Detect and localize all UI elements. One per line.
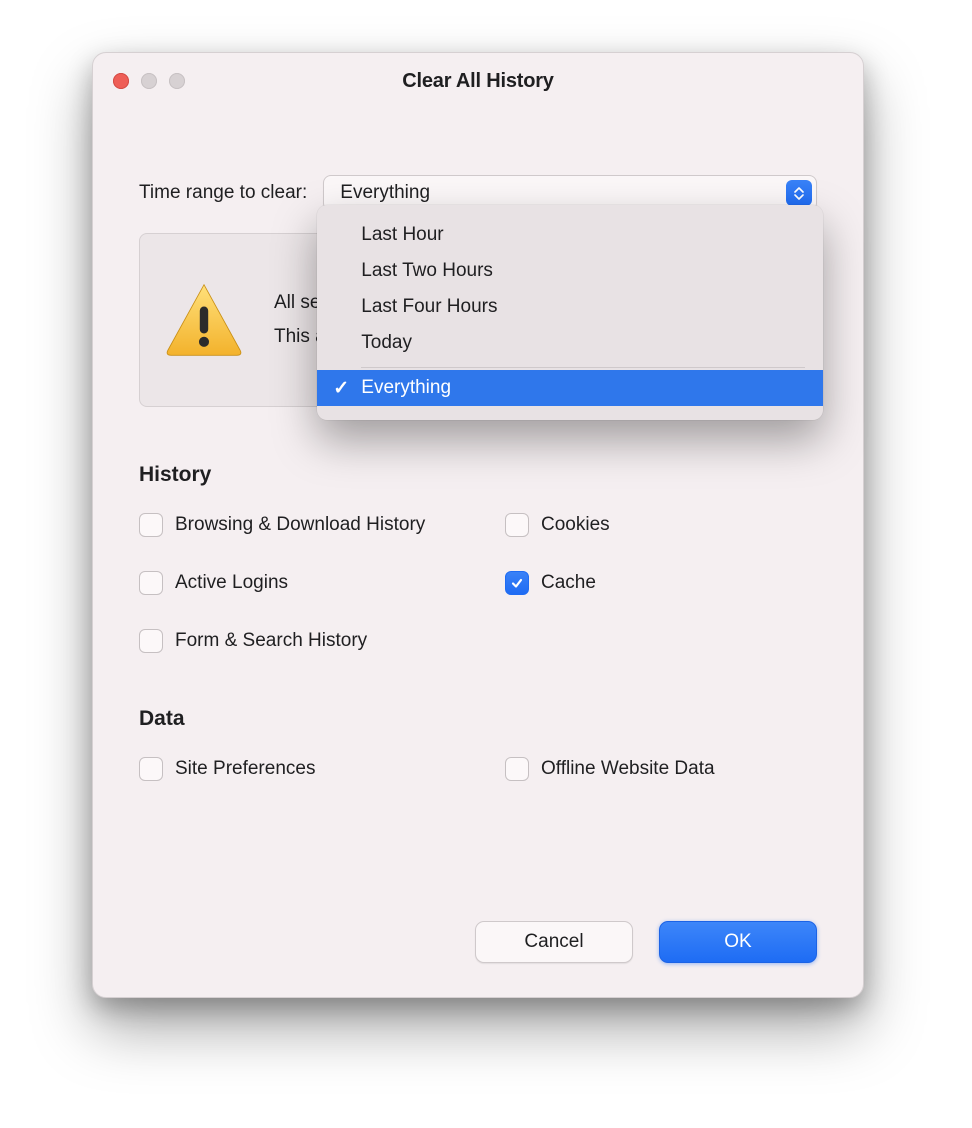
checkbox-offline-website-data[interactable]: Offline Website Data bbox=[505, 757, 817, 781]
checkbox-icon bbox=[139, 571, 163, 595]
history-section-title: History bbox=[139, 463, 817, 487]
checkbox-icon bbox=[139, 513, 163, 537]
close-window-button[interactable] bbox=[113, 73, 129, 89]
dialog-window: Clear All History Time range to clear: E… bbox=[92, 52, 864, 998]
minimize-window-button bbox=[141, 73, 157, 89]
checkbox-cache[interactable]: Cache bbox=[505, 571, 817, 595]
checkbox-cookies[interactable]: Cookies bbox=[505, 513, 817, 537]
dialog-footer: Cancel OK bbox=[475, 921, 817, 963]
checkbox-browsing-download-history[interactable]: Browsing & Download History bbox=[139, 513, 499, 537]
warning-icon bbox=[162, 278, 246, 362]
ok-button[interactable]: OK bbox=[659, 921, 817, 963]
checkbox-icon bbox=[505, 757, 529, 781]
dialog-title: Clear All History bbox=[402, 70, 553, 93]
history-checkboxes: Browsing & Download History Cookies Acti… bbox=[139, 513, 817, 653]
dropdown-divider bbox=[361, 367, 805, 368]
time-range-label: Time range to clear: bbox=[139, 182, 307, 204]
data-checkboxes: Site Preferences Offline Website Data bbox=[139, 757, 817, 781]
checkbox-form-search-history[interactable]: Form & Search History bbox=[139, 629, 499, 653]
checkbox-label: Offline Website Data bbox=[541, 758, 715, 780]
option-everything[interactable]: Everything bbox=[317, 370, 823, 406]
time-range-selected-value: Everything bbox=[340, 182, 430, 204]
cancel-button[interactable]: Cancel bbox=[475, 921, 633, 963]
checkbox-icon bbox=[139, 757, 163, 781]
dialog-content: Time range to clear: Everything Last Hou… bbox=[93, 109, 863, 781]
checkbox-label: Form & Search History bbox=[175, 630, 367, 652]
checkbox-label: Browsing & Download History bbox=[175, 514, 425, 536]
time-range-select-wrap: Everything Last Hour Last Two Hours Last… bbox=[323, 175, 817, 211]
checkbox-icon bbox=[139, 629, 163, 653]
checkbox-icon bbox=[505, 513, 529, 537]
titlebar: Clear All History bbox=[93, 53, 863, 109]
select-stepper-icon bbox=[786, 180, 812, 206]
checkbox-active-logins[interactable]: Active Logins bbox=[139, 571, 499, 595]
option-today[interactable]: Today bbox=[317, 325, 823, 361]
checkbox-label: Cookies bbox=[541, 514, 610, 536]
data-section-title: Data bbox=[139, 707, 817, 731]
option-last-four-hours[interactable]: Last Four Hours bbox=[317, 289, 823, 325]
checkbox-label: Active Logins bbox=[175, 572, 288, 594]
checkbox-label: Cache bbox=[541, 572, 596, 594]
option-last-two-hours[interactable]: Last Two Hours bbox=[317, 253, 823, 289]
option-last-hour[interactable]: Last Hour bbox=[317, 217, 823, 253]
time-range-dropdown: Last Hour Last Two Hours Last Four Hours… bbox=[317, 205, 823, 420]
time-range-row: Time range to clear: Everything Last Hou… bbox=[139, 175, 817, 211]
zoom-window-button bbox=[169, 73, 185, 89]
checkbox-icon bbox=[505, 571, 529, 595]
checkbox-label: Site Preferences bbox=[175, 758, 315, 780]
checkbox-site-preferences[interactable]: Site Preferences bbox=[139, 757, 499, 781]
window-controls bbox=[113, 73, 185, 89]
